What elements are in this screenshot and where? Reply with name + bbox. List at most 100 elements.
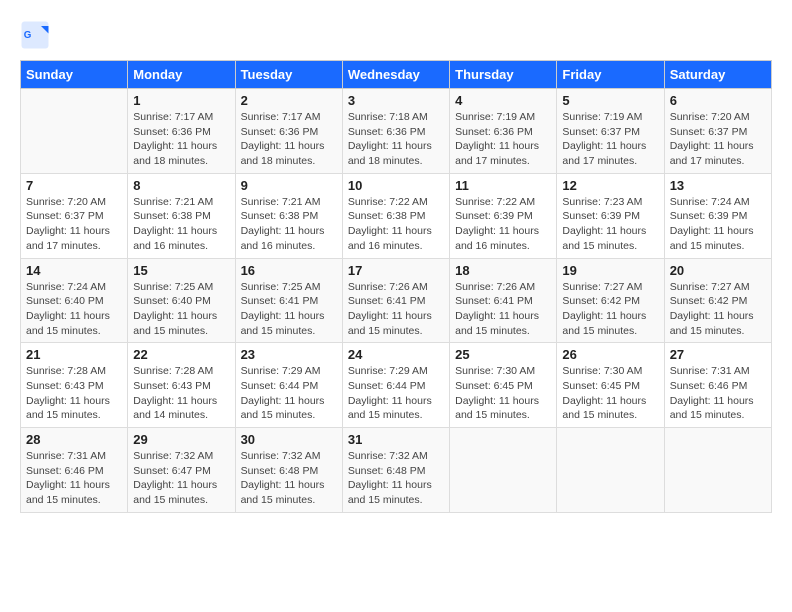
calendar-cell: 5Sunrise: 7:19 AM Sunset: 6:37 PM Daylig… — [557, 89, 664, 174]
day-info: Sunrise: 7:21 AM Sunset: 6:38 PM Dayligh… — [133, 195, 229, 254]
calendar-cell: 6Sunrise: 7:20 AM Sunset: 6:37 PM Daylig… — [664, 89, 771, 174]
calendar-week-row: 14 Sunrise: 7:24 AM Sunset: 6:40 PM Dayli… — [21, 258, 772, 343]
day-info: Sunrise: 7:29 AM Sunset: 6:44 PM Dayligh… — [241, 364, 337, 423]
calendar-cell: 4 Sunrise: 7:19 AM Sunset: 6:36 PM Daylig… — [450, 89, 557, 174]
calendar-cell: 13 Sunrise: 7:24 AM Sunset: 6:39 PM Dayli… — [664, 173, 771, 258]
calendar-week-row: 1 Sunrise: 7:17 AM Sunset: 6:36 PM Daylig… — [21, 89, 772, 174]
day-info: Sunrise: 7:21 AM Sunset: 6:38 PM Dayligh… — [241, 195, 337, 254]
day-info: Sunrise: 7:24 AM Sunset: 6:40 PM Dayligh… — [26, 280, 122, 339]
calendar-cell: 15 Sunrise: 7:25 AM Sunset: 6:40 PM Dayli… — [128, 258, 235, 343]
day-number: 15 — [133, 263, 229, 278]
day-number: 11 — [455, 178, 551, 193]
calendar-cell: 22 Sunrise: 7:28 AM Sunset: 6:43 PM Dayli… — [128, 343, 235, 428]
calendar-cell: 3Sunrise: 7:18 AM Sunset: 6:36 PM Daylig… — [342, 89, 449, 174]
day-info: Sunrise: 7:30 AM Sunset: 6:45 PM Dayligh… — [455, 364, 551, 423]
calendar-cell: 8Sunrise: 7:21 AM Sunset: 6:38 PM Daylig… — [128, 173, 235, 258]
day-info: Sunrise: 7:27 AM Sunset: 6:42 PM Dayligh… — [670, 280, 766, 339]
day-info: Sunrise: 7:23 AM Sunset: 6:39 PM Dayligh… — [562, 195, 658, 254]
day-number: 18 — [455, 263, 551, 278]
calendar-cell: 25 Sunrise: 7:30 AM Sunset: 6:45 PM Dayli… — [450, 343, 557, 428]
logo: G — [20, 20, 54, 50]
day-info: Sunrise: 7:19 AM Sunset: 6:36 PM Dayligh… — [455, 110, 551, 169]
calendar-cell: 14 Sunrise: 7:24 AM Sunset: 6:40 PM Dayli… — [21, 258, 128, 343]
calendar-cell: 27 Sunrise: 7:31 AM Sunset: 6:46 PM Dayli… — [664, 343, 771, 428]
calendar-cell — [664, 428, 771, 513]
logo-icon: G — [20, 20, 50, 50]
day-number: 4 — [455, 93, 551, 108]
day-number: 9 — [241, 178, 337, 193]
day-number: 23 — [241, 347, 337, 362]
day-number: 5 — [562, 93, 658, 108]
calendar-week-row: 28Sunrise: 7:31 AM Sunset: 6:46 PM Dayli… — [21, 428, 772, 513]
calendar-cell: 19 Sunrise: 7:27 AM Sunset: 6:42 PM Dayli… — [557, 258, 664, 343]
calendar-cell: 20 Sunrise: 7:27 AM Sunset: 6:42 PM Dayli… — [664, 258, 771, 343]
weekday-header-sunday: Sunday — [21, 61, 128, 89]
day-number: 24 — [348, 347, 444, 362]
calendar-cell — [450, 428, 557, 513]
weekday-header-saturday: Saturday — [664, 61, 771, 89]
weekday-header-thursday: Thursday — [450, 61, 557, 89]
calendar-cell: 11Sunrise: 7:22 AM Sunset: 6:39 PM Dayli… — [450, 173, 557, 258]
day-number: 20 — [670, 263, 766, 278]
day-info: Sunrise: 7:29 AM Sunset: 6:44 PM Dayligh… — [348, 364, 444, 423]
calendar-cell: 29 Sunrise: 7:32 AM Sunset: 6:47 PM Dayli… — [128, 428, 235, 513]
day-info: Sunrise: 7:32 AM Sunset: 6:47 PM Dayligh… — [133, 449, 229, 508]
day-info: Sunrise: 7:26 AM Sunset: 6:41 PM Dayligh… — [348, 280, 444, 339]
day-number: 21 — [26, 347, 122, 362]
day-number: 1 — [133, 93, 229, 108]
calendar-cell: 17Sunrise: 7:26 AM Sunset: 6:41 PM Dayli… — [342, 258, 449, 343]
weekday-header-monday: Monday — [128, 61, 235, 89]
day-number: 31 — [348, 432, 444, 447]
day-info: Sunrise: 7:31 AM Sunset: 6:46 PM Dayligh… — [670, 364, 766, 423]
day-info: Sunrise: 7:20 AM Sunset: 6:37 PM Dayligh… — [670, 110, 766, 169]
day-number: 22 — [133, 347, 229, 362]
day-number: 7 — [26, 178, 122, 193]
day-info: Sunrise: 7:22 AM Sunset: 6:38 PM Dayligh… — [348, 195, 444, 254]
day-number: 10 — [348, 178, 444, 193]
calendar-cell: 2Sunrise: 7:17 AM Sunset: 6:36 PM Daylig… — [235, 89, 342, 174]
day-info: Sunrise: 7:26 AM Sunset: 6:41 PM Dayligh… — [455, 280, 551, 339]
day-info: Sunrise: 7:32 AM Sunset: 6:48 PM Dayligh… — [348, 449, 444, 508]
day-info: Sunrise: 7:27 AM Sunset: 6:42 PM Dayligh… — [562, 280, 658, 339]
day-number: 13 — [670, 178, 766, 193]
day-info: Sunrise: 7:25 AM Sunset: 6:41 PM Dayligh… — [241, 280, 337, 339]
day-info: Sunrise: 7:30 AM Sunset: 6:45 PM Dayligh… — [562, 364, 658, 423]
day-info: Sunrise: 7:17 AM Sunset: 6:36 PM Dayligh… — [241, 110, 337, 169]
page-header: G — [20, 20, 772, 50]
weekday-header-tuesday: Tuesday — [235, 61, 342, 89]
calendar-week-row: 7Sunrise: 7:20 AM Sunset: 6:37 PM Daylig… — [21, 173, 772, 258]
calendar-cell: 26 Sunrise: 7:30 AM Sunset: 6:45 PM Dayli… — [557, 343, 664, 428]
calendar-cell: 7Sunrise: 7:20 AM Sunset: 6:37 PM Daylig… — [21, 173, 128, 258]
day-info: Sunrise: 7:28 AM Sunset: 6:43 PM Dayligh… — [26, 364, 122, 423]
calendar-header: SundayMondayTuesdayWednesdayThursdayFrid… — [21, 61, 772, 89]
calendar-cell: 18 Sunrise: 7:26 AM Sunset: 6:41 PM Dayli… — [450, 258, 557, 343]
calendar-cell: 23 Sunrise: 7:29 AM Sunset: 6:44 PM Dayli… — [235, 343, 342, 428]
day-info: Sunrise: 7:24 AM Sunset: 6:39 PM Dayligh… — [670, 195, 766, 254]
calendar-cell: 31 Sunrise: 7:32 AM Sunset: 6:48 PM Dayli… — [342, 428, 449, 513]
weekday-header-row: SundayMondayTuesdayWednesdayThursdayFrid… — [21, 61, 772, 89]
day-number: 25 — [455, 347, 551, 362]
calendar-table: SundayMondayTuesdayWednesdayThursdayFrid… — [20, 60, 772, 513]
day-info: Sunrise: 7:32 AM Sunset: 6:48 PM Dayligh… — [241, 449, 337, 508]
day-number: 27 — [670, 347, 766, 362]
calendar-cell: 16Sunrise: 7:25 AM Sunset: 6:41 PM Dayli… — [235, 258, 342, 343]
day-number: 26 — [562, 347, 658, 362]
calendar-cell: 1 Sunrise: 7:17 AM Sunset: 6:36 PM Daylig… — [128, 89, 235, 174]
day-info: Sunrise: 7:18 AM Sunset: 6:36 PM Dayligh… — [348, 110, 444, 169]
calendar-week-row: 21 Sunrise: 7:28 AM Sunset: 6:43 PM Dayli… — [21, 343, 772, 428]
calendar-cell: 24 Sunrise: 7:29 AM Sunset: 6:44 PM Dayli… — [342, 343, 449, 428]
calendar-cell: 9 Sunrise: 7:21 AM Sunset: 6:38 PM Daylig… — [235, 173, 342, 258]
day-number: 29 — [133, 432, 229, 447]
calendar-cell — [557, 428, 664, 513]
calendar-cell: 30Sunrise: 7:32 AM Sunset: 6:48 PM Dayli… — [235, 428, 342, 513]
calendar-cell — [21, 89, 128, 174]
day-info: Sunrise: 7:31 AM Sunset: 6:46 PM Dayligh… — [26, 449, 122, 508]
day-number: 14 — [26, 263, 122, 278]
day-number: 19 — [562, 263, 658, 278]
calendar-cell: 10 Sunrise: 7:22 AM Sunset: 6:38 PM Dayli… — [342, 173, 449, 258]
day-info: Sunrise: 7:25 AM Sunset: 6:40 PM Dayligh… — [133, 280, 229, 339]
day-info: Sunrise: 7:28 AM Sunset: 6:43 PM Dayligh… — [133, 364, 229, 423]
day-info: Sunrise: 7:17 AM Sunset: 6:36 PM Dayligh… — [133, 110, 229, 169]
calendar-cell: 28Sunrise: 7:31 AM Sunset: 6:46 PM Dayli… — [21, 428, 128, 513]
calendar-cell: 21 Sunrise: 7:28 AM Sunset: 6:43 PM Dayli… — [21, 343, 128, 428]
